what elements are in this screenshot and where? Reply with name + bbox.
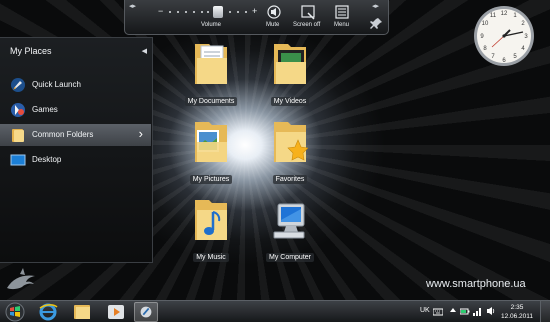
- chevron-right-icon: ›: [138, 126, 143, 141]
- computer-icon: [273, 203, 305, 239]
- sidebar-item-label: Quick Launch: [32, 80, 81, 89]
- sidebar-item-common-folders[interactable]: Common Folders ›: [0, 124, 151, 146]
- internet-explorer-icon[interactable]: [36, 302, 60, 322]
- desktop-icon-my-pictures[interactable]: My Pictures: [176, 118, 246, 184]
- menu-label: Menu: [334, 22, 350, 28]
- icon-label: Favorites: [272, 175, 308, 184]
- show-desktop-button[interactable]: [540, 301, 550, 322]
- documents-folder-icon: [195, 44, 227, 84]
- screen-off-icon: [301, 5, 315, 20]
- media-toolbar: ◂▸ ◂▸ − + Volume Mute Screen off Menu: [124, 0, 389, 35]
- pictures-folder-icon: [195, 122, 227, 162]
- rocket-icon: [11, 78, 25, 92]
- tray-time: 2:35: [510, 304, 524, 311]
- watermark-text: www.smartphone.ua: [426, 278, 526, 290]
- collapse-arrow-icon[interactable]: ◀: [142, 47, 147, 55]
- icon-label: My Documents: [184, 97, 238, 106]
- sidebar-item-label: Desktop: [32, 155, 62, 164]
- svg-text:12: 12: [501, 11, 508, 17]
- volume-speaker-icon[interactable]: [486, 306, 496, 316]
- speaker-icon: [267, 5, 281, 19]
- arrow-up-icon[interactable]: [448, 306, 458, 316]
- clock-gadget[interactable]: 12 12 345 678 91011: [472, 4, 536, 68]
- dolphin-logo-icon: [7, 268, 35, 290]
- desktop-icon-favorites[interactable]: Favorites: [255, 118, 325, 184]
- videos-folder-icon: [274, 44, 306, 84]
- sidebar-item-label: Common Folders: [32, 130, 94, 139]
- favorites-folder-icon: [274, 122, 308, 162]
- screen-off-label: Screen off: [293, 22, 321, 28]
- taskbar: UK 2:35 12.06.2011: [0, 300, 550, 322]
- volume-slider-thumb[interactable]: [213, 6, 223, 18]
- language-indicator[interactable]: UK: [420, 307, 430, 314]
- icon-label: My Videos: [270, 97, 310, 106]
- menu-button[interactable]: [333, 4, 351, 20]
- tray-date: 12.06.2011: [500, 313, 534, 320]
- desktop-icon-my-documents[interactable]: My Documents: [176, 40, 246, 106]
- media-player-icon[interactable]: [104, 302, 128, 322]
- folder-icon: [12, 129, 24, 142]
- desktop-icon-my-music[interactable]: My Music: [176, 196, 246, 262]
- svg-text:11: 11: [490, 13, 497, 19]
- svg-text:10: 10: [482, 21, 489, 27]
- start-button-windows-icon[interactable]: [2, 301, 28, 322]
- desktop-icon: [10, 154, 26, 166]
- keyboard-icon[interactable]: [433, 306, 443, 316]
- sidebar-item-quick-launch[interactable]: Quick Launch: [0, 74, 151, 96]
- pin-icon[interactable]: [370, 16, 384, 30]
- explorer-folder-icon[interactable]: [70, 302, 94, 322]
- volume-minus-button[interactable]: −: [158, 6, 163, 16]
- icon-label: My Music: [193, 253, 229, 262]
- screen-off-button[interactable]: [299, 4, 317, 20]
- desktop-icon-my-computer[interactable]: My Computer: [255, 196, 325, 262]
- sidebar-item-label: Games: [32, 105, 58, 114]
- toolbar-prev-arrows-icon[interactable]: ◂▸: [129, 2, 136, 10]
- icon-label: My Pictures: [189, 175, 233, 184]
- icon-label: My Computer: [265, 253, 314, 262]
- volume-plus-button[interactable]: +: [252, 6, 257, 16]
- music-folder-icon: [195, 200, 227, 240]
- my-places-panel: My Places ◀ Quick Launch Games Common Fo…: [0, 37, 153, 263]
- network-signal-icon[interactable]: [473, 306, 483, 316]
- panel-title: My Places: [10, 46, 52, 56]
- mute-label: Mute: [266, 22, 280, 28]
- desktop-icon-my-videos[interactable]: My Videos: [255, 40, 325, 106]
- sidebar-item-games[interactable]: Games: [0, 99, 151, 121]
- volume-slider[interactable]: [165, 6, 257, 18]
- games-icon: [11, 103, 25, 117]
- battery-icon[interactable]: [460, 306, 470, 316]
- sidebar-item-desktop[interactable]: Desktop: [0, 149, 151, 171]
- mute-button[interactable]: [265, 4, 283, 20]
- volume-label: Volume: [201, 22, 222, 28]
- spb-shell-icon[interactable]: [134, 302, 158, 322]
- toolbar-next-arrows-icon[interactable]: ◂▸: [372, 2, 379, 10]
- menu-icon: [335, 5, 349, 19]
- tray-clock[interactable]: 2:35 12.06.2011: [500, 303, 534, 321]
